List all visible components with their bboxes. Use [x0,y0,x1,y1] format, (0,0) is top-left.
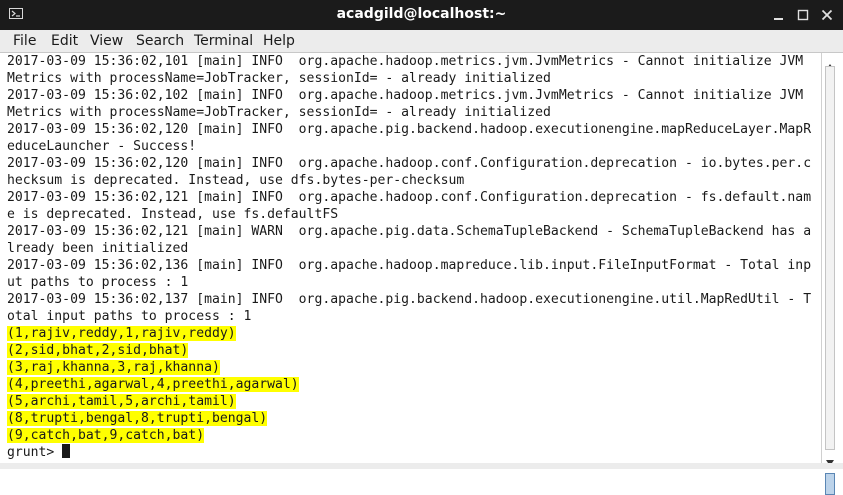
close-icon[interactable] [819,7,835,23]
highlighted-result: (3,raj,khanna,3,raj,khanna) [7,360,220,375]
title-bar: acadgild@localhost:~ [0,0,843,30]
log-line: hecksum is deprecated. Instead, use dfs.… [7,173,465,188]
result-line: (8,trupti,bengal,8,trupti,bengal) [7,410,268,427]
log-line: 2017-03-09 15:36:02,121 [main] WARN org.… [7,224,812,239]
highlighted-result: (8,trupti,bengal,8,trupti,bengal) [7,411,268,426]
log-line: 2017-03-09 15:36:02,101 [main] INFO org.… [7,54,804,69]
highlighted-result: (4,preethi,agarwal,4,preethi,agarwal) [7,377,299,392]
log-line: Metrics with processName=JobTracker, ses… [7,71,551,86]
log-line: ut paths to process : 1 [7,275,189,290]
window-controls [771,6,835,24]
highlighted-result: (1,rajiv,reddy,1,rajiv,reddy) [7,326,236,341]
result-line: (5,archi,tamil,5,archi,tamil) [7,393,236,410]
scroll-down-arrow-icon[interactable] [825,452,835,466]
result-line: (2,sid,bhat,2,sid,bhat) [7,342,189,359]
text-cursor [62,444,71,458]
menu-edit[interactable]: Edit [51,33,78,49]
log-line: 2017-03-09 15:36:02,136 [main] INFO org.… [7,258,812,273]
log-line: otal input paths to process : 1 [7,309,252,324]
log-line: 2017-03-09 15:36:02,120 [main] INFO org.… [7,122,812,137]
highlighted-result: (2,sid,bhat,2,sid,bhat) [7,343,189,358]
terminal-output[interactable]: 2017-03-09 15:36:02,101 [main] INFO org.… [0,53,821,463]
maximize-icon[interactable] [795,7,811,23]
result-line: (1,rajiv,reddy,1,rajiv,reddy) [7,325,236,342]
log-line: 2017-03-09 15:36:02,120 [main] INFO org.… [7,156,812,171]
minimize-icon[interactable] [771,7,787,23]
window-bottom-edge [0,463,843,469]
window-title: acadgild@localhost:~ [336,6,507,22]
log-line: lready been initialized [7,241,189,256]
result-line: (4,preethi,agarwal,4,preethi,agarwal) [7,376,299,393]
prompt-line[interactable]: grunt> [7,444,71,461]
menu-help[interactable]: Help [263,33,295,49]
menu-bar: File Edit View Search Terminal Help [0,30,843,53]
scroll-up-arrow-icon[interactable] [825,56,835,70]
log-line: e is deprecated. Instead, use fs.default… [7,207,339,222]
log-line: 2017-03-09 15:36:02,102 [main] INFO org.… [7,88,804,103]
highlighted-result: (5,archi,tamil,5,archi,tamil) [7,394,236,409]
log-line: 2017-03-09 15:36:02,137 [main] INFO org.… [7,292,812,307]
vertical-scrollbar[interactable] [821,53,838,495]
scrollbar-trough[interactable] [825,66,835,450]
scrollbar-thumb[interactable] [825,473,835,495]
log-line: 2017-03-09 15:36:02,121 [main] INFO org.… [7,190,812,205]
highlighted-result: (9,catch,bat,9,catch,bat) [7,428,205,443]
result-line: (9,catch,bat,9,catch,bat) [7,427,205,444]
menu-search[interactable]: Search [136,33,184,49]
grunt-prompt: grunt> [7,445,63,460]
menu-file[interactable]: File [13,33,36,49]
result-line: (3,raj,khanna,3,raj,khanna) [7,359,220,376]
menu-view[interactable]: View [90,33,123,49]
log-line: Metrics with processName=JobTracker, ses… [7,105,551,120]
menu-terminal[interactable]: Terminal [194,33,253,49]
log-line: educeLauncher - Success! [7,139,197,154]
